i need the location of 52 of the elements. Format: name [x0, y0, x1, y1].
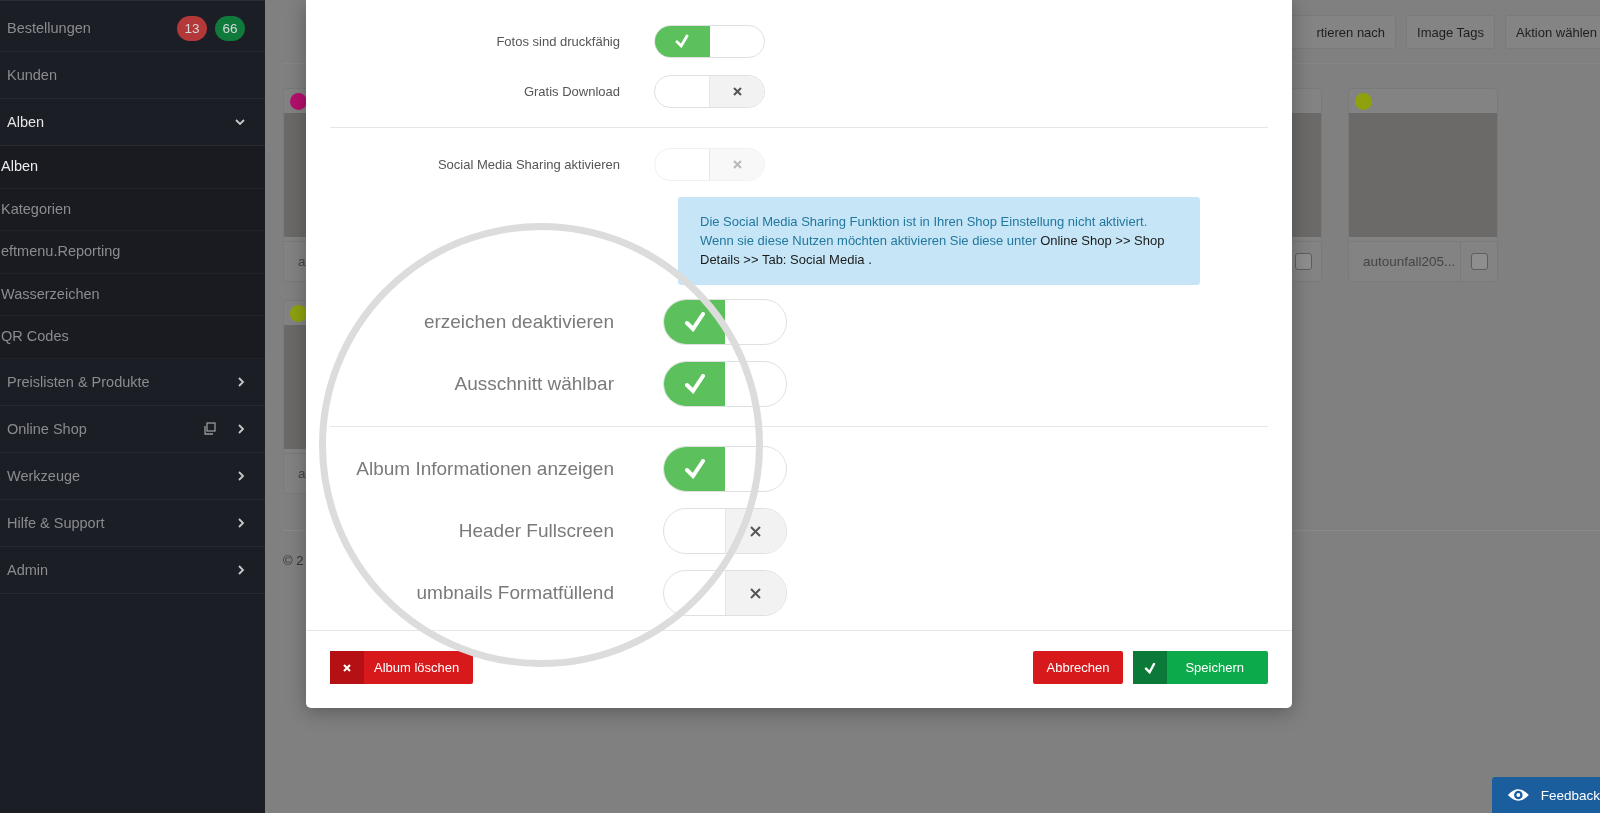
- check-icon: [675, 34, 690, 48]
- setting-label: erzeichen deaktivieren: [422, 311, 614, 333]
- cross-icon: [343, 663, 351, 672]
- cancel-button[interactable]: Abbrechen: [1032, 651, 1124, 684]
- setting-label: Fotos sind druckfähig: [495, 33, 620, 49]
- image-caption: a: [297, 254, 306, 269]
- check-icon: [684, 459, 705, 479]
- sidebar-item[interactable]: Admin: [0, 546, 265, 594]
- setting-label: Gratis Download: [522, 83, 620, 99]
- feedback-button[interactable]: Feedback: [1492, 777, 1600, 813]
- sidebar-item[interactable]: Werkzeuge: [0, 452, 265, 500]
- toolbar-button[interactable]: Aktion wählen: [1505, 15, 1600, 49]
- setting-label: umbnails Formatfüllend: [415, 582, 614, 604]
- setting-label: Header Fullscreen: [457, 520, 614, 542]
- cross-icon: [750, 587, 762, 599]
- cross-icon: [750, 525, 762, 537]
- sidebar-subitem[interactable]: Kategorien: [0, 188, 265, 231]
- sidebar-item[interactable]: Online Shop: [0, 405, 265, 453]
- chevron-right-icon: [238, 470, 245, 481]
- sidebar-item[interactable]: Hilfe & Support: [0, 499, 265, 547]
- count-badge: 66: [215, 15, 245, 41]
- chevron-down-icon: [235, 118, 245, 126]
- check-icon: [1144, 661, 1157, 674]
- info-message: Die Social Media Sharing Funktion ist in Ihren Shop Einstellung nicht aktiviert. Wenn sie diese Nutzen möchten aktivieren Sie diese unter Online Shop >> Shop Details >> Tab: Social Media .: [678, 197, 1200, 285]
- setting-label: Ausschnitt wählbar: [453, 373, 614, 395]
- sidebar-subitem[interactable]: eftmenu.Reporting: [0, 231, 265, 274]
- cross-icon: [732, 159, 742, 169]
- sidebar-item[interactable]: Kunden: [0, 52, 265, 99]
- sidebar-item[interactable]: Preislisten & Produkte: [0, 358, 265, 406]
- copyright-text: © 2: [283, 553, 304, 568]
- save-button[interactable]: Speichern: [1133, 651, 1268, 684]
- setting-label: Social Media Sharing aktivieren: [436, 156, 620, 172]
- toolbar-button[interactable]: Image Tags: [1406, 15, 1496, 49]
- check-icon: [684, 374, 705, 394]
- image-caption: autounfall205...: [1362, 254, 1456, 269]
- setting-label: Album Informationen anzeigen: [355, 458, 614, 480]
- sidebar-subitem[interactable]: Wasserzeichen: [0, 273, 265, 316]
- sidebar-item[interactable]: Bestellungen 13 66: [0, 5, 265, 52]
- chevron-right-icon: [238, 517, 245, 528]
- sidebar-subitem[interactable]: QR Codes: [0, 316, 265, 359]
- image-caption: a: [297, 466, 306, 481]
- eye-icon: [1506, 786, 1531, 804]
- delete-album-button[interactable]: Album löschen: [330, 651, 474, 684]
- check-icon: [684, 312, 705, 332]
- count-badge: 13: [177, 15, 207, 41]
- chevron-right-icon: [238, 564, 245, 575]
- checkbox[interactable]: [1470, 253, 1488, 270]
- chevron-right-icon: [238, 376, 245, 387]
- checkbox[interactable]: [1294, 253, 1312, 270]
- cross-icon: [732, 86, 742, 96]
- sidebar-subitem[interactable]: Alben: [0, 146, 265, 189]
- chevron-right-icon: [238, 423, 245, 434]
